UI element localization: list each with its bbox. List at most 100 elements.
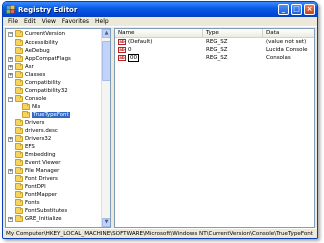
tree-node[interactable]: EFS [15,143,35,151]
tree-node[interactable]: Event Viewer [15,159,60,167]
window-title: Registry Editor [18,5,78,14]
tree-node-label: Compatibility32 [25,88,68,94]
value-row[interactable]: ab 00 REG_SZ Consolas [115,54,314,62]
tree-node-label: Embedding [25,152,56,158]
tree-node-selected[interactable]: TrueTypeFont [22,111,70,119]
tree-node-label: Console [25,96,47,102]
expand-icon[interactable]: + [8,136,13,142]
value-name: 0 [128,47,132,53]
folder-icon [15,183,23,190]
value-row[interactable]: ab 0 REG_SZ Lucida Console [115,46,314,54]
expand-icon[interactable]: + [8,64,13,70]
scrollbar-thumb[interactable] [102,41,110,81]
value-name: (Default) [128,39,153,45]
tree-node-label: TrueTypeFont [32,112,70,118]
string-value-icon: ab [118,47,126,53]
collapse-icon[interactable]: − [8,96,13,102]
expand-icon[interactable]: + [8,72,13,78]
tree-node[interactable]: + File Manager [8,167,59,175]
folder-icon [15,175,23,182]
tree-node-label: FontDPI [25,184,46,190]
menu-view[interactable]: View [39,18,59,25]
minimize-button[interactable]: _ [278,4,289,15]
column-header-name[interactable]: Name [115,29,203,37]
tree-node[interactable]: Accessibility [15,39,58,47]
tree-node[interactable]: Nls [22,103,40,111]
value-type: REG_SZ [206,55,228,61]
column-header-data[interactable]: Data [263,29,314,37]
collapse-icon[interactable]: − [8,31,13,37]
tree-node[interactable]: Embedding [15,151,56,159]
folder-icon [15,199,23,206]
tree-node[interactable]: Drivers [15,119,44,127]
tree-node[interactable]: FontMapper [15,191,57,199]
tree-node[interactable]: Compatibility32 [15,87,68,95]
close-button[interactable]: × [304,4,315,15]
column-header-type[interactable]: Type [203,29,263,37]
string-value-icon: ab [118,39,126,45]
tree-node[interactable]: + GRE_Initialize [8,215,62,223]
expand-icon[interactable]: + [8,56,13,62]
list-header: Name Type Data [115,29,314,38]
folder-icon [22,103,30,110]
scroll-down-icon[interactable]: ▼ [102,218,110,227]
scroll-up-icon[interactable]: ▲ [102,29,110,38]
tree-node-label: Accessibility [25,40,59,46]
expand-icon[interactable]: + [8,168,13,174]
expand-icon[interactable]: + [8,216,13,222]
value-row[interactable]: ab (Default) REG_SZ (value not set) [115,38,314,46]
string-value-icon: ab [118,55,126,61]
tree-node[interactable]: + Drivers32 [8,135,51,143]
tree-node[interactable]: + Classes [8,71,45,79]
key-tree: − CurrentVersion Accessibility AeDebug +… [6,29,101,227]
tree-node-label: CurrentVersion [25,31,66,37]
tree-node[interactable]: AeDebug [15,47,50,55]
tree-node-label: FontMapper [25,192,58,198]
folder-icon [15,71,23,78]
folder-icon [15,135,23,142]
value-name-edit-field[interactable]: 00 [128,54,139,62]
title-bar[interactable]: Registry Editor _ □ × [3,2,317,17]
menu-favorites[interactable]: Favorites [59,18,92,25]
tree-node-label: AeDebug [25,48,50,54]
tree-node[interactable]: drivers.desc [15,127,58,135]
folder-icon [15,79,23,86]
value-data: Consolas [266,55,291,61]
tree-node[interactable]: + AppCompatFlags [8,55,71,63]
tree-node-label: Classes [25,72,46,78]
folder-icon [15,207,23,214]
tree-node-label: FontSubstitutes [25,208,68,214]
tree-node[interactable]: FontSubstitutes [15,207,67,215]
maximize-button[interactable]: □ [291,4,302,15]
tree-node-label: Event Viewer [25,160,61,166]
tree-node[interactable]: Compatibility [15,79,61,87]
menu-file[interactable]: File [5,18,21,25]
tree-node[interactable]: FontDPI [15,183,46,191]
folder-icon [15,151,23,158]
tree-vertical-scrollbar[interactable]: ▲ ▼ [101,29,110,227]
tree-node-label: Drivers [25,120,45,126]
open-folder-icon [22,111,30,118]
main-content: − CurrentVersion Accessibility AeDebug +… [5,28,315,228]
tree-node[interactable]: + Asr [8,63,34,71]
tree-node-label: File Manager [25,168,60,174]
tree-node-label: Font Drivers [25,176,58,182]
values-list-pane: Name Type Data ab (Default) REG_SZ (value… [114,28,315,228]
menu-help[interactable]: Help [92,18,112,25]
folder-icon [15,191,23,198]
registry-editor-window: Registry Editor _ □ × File Edit View Fav… [2,1,318,239]
menu-edit[interactable]: Edit [21,18,39,25]
folder-icon [15,143,23,150]
tree-node-currentversion[interactable]: − CurrentVersion [8,30,65,38]
tree-node[interactable]: Fonts [15,199,40,207]
tree-node-console[interactable]: − Console [8,95,46,103]
folder-icon [15,55,23,62]
tree-node[interactable]: Font Drivers [15,175,58,183]
folder-icon [15,127,23,134]
tree-node-label: GRE_Initialize [25,216,62,222]
value-name-cell: ab 0 [115,47,203,53]
tree-node-label: Asr [25,64,34,70]
status-bar: My Computer\HKEY_LOCAL_MACHINE\SOFTWARE\… [3,228,317,238]
value-data: Lucida Console [266,47,308,53]
folder-icon [15,159,23,166]
